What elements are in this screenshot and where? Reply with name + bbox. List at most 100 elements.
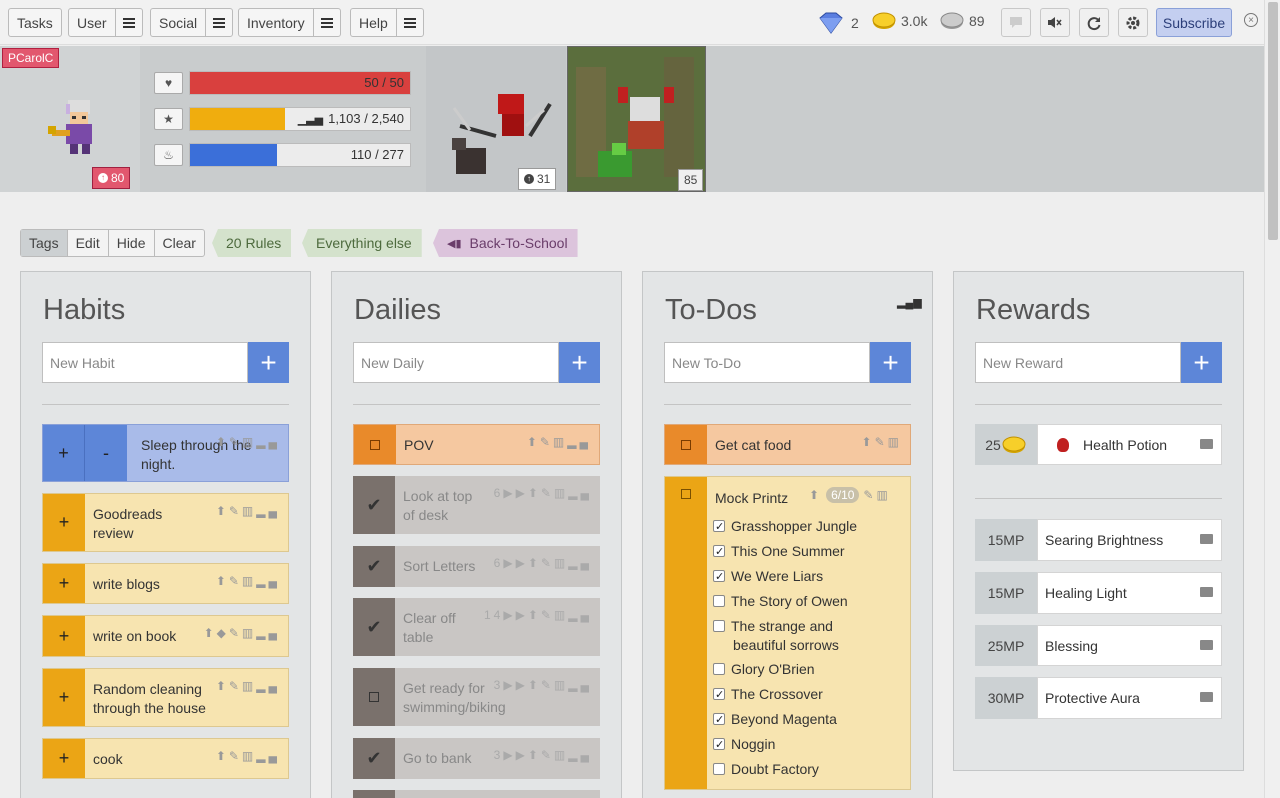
todo-label[interactable]: Get cat food	[715, 436, 835, 455]
subscribe-button[interactable]: Subscribe	[1156, 8, 1232, 37]
task-action-icons[interactable]: 3▶▶⬆✎▥▂▄	[494, 678, 592, 692]
daily-item[interactable]	[353, 790, 600, 798]
new-reward-input[interactable]: New Reward	[975, 342, 1181, 383]
scrollbar[interactable]	[1264, 0, 1280, 798]
spell-item[interactable]: 25MP Blessing	[975, 625, 1222, 666]
notes-icon[interactable]	[1200, 692, 1213, 702]
notes-icon[interactable]	[1200, 587, 1213, 597]
new-todo-input[interactable]: New To-Do	[664, 342, 870, 383]
spell-body[interactable]: Protective Aura	[1037, 677, 1222, 719]
checklist-item[interactable]: We Were Liars	[713, 567, 883, 587]
checklist-item[interactable]: Beyond Magenta	[713, 710, 883, 730]
plus-button[interactable]: +	[43, 669, 85, 726]
tags-button[interactable]: Tags	[21, 230, 67, 256]
tasks-menu-label[interactable]: Tasks	[9, 9, 61, 36]
settings-button[interactable]	[1118, 8, 1148, 37]
checklist-item[interactable]: The Crossover	[713, 685, 883, 705]
mount-panel[interactable]: ↑ 31	[426, 46, 566, 192]
add-todo-button[interactable]: +	[870, 342, 911, 383]
clear-tags-button[interactable]: Clear	[153, 230, 204, 256]
hamburger-icon[interactable]	[395, 9, 423, 36]
new-daily-input[interactable]: New Daily	[353, 342, 559, 383]
minus-button[interactable]: -	[85, 425, 127, 481]
daily-item[interactable]: ✔ Go to bank 3▶▶⬆✎▥▂▄	[353, 738, 600, 779]
todo-actions[interactable]: ⬆ 6/10 ✎▥	[809, 487, 891, 503]
checklist-checkbox[interactable]	[713, 543, 725, 562]
new-habit-input[interactable]: New Habit	[42, 342, 248, 383]
spell-cost[interactable]: 15MP	[975, 572, 1037, 614]
todo-item[interactable]: Get cat food ⬆✎▥	[664, 424, 911, 465]
notes-icon[interactable]	[1200, 639, 1213, 650]
tag-everything-else[interactable]: Everything else	[302, 229, 422, 257]
reward-item[interactable]: 25 Health Potion	[975, 424, 1222, 465]
habit-item[interactable]: + write on book ⬆◆✎▥▂▄	[42, 615, 289, 657]
checklist-checkbox[interactable]	[713, 518, 725, 537]
spell-item[interactable]: 15MP Healing Light	[975, 572, 1222, 614]
plus-button[interactable]: +	[43, 616, 85, 656]
plus-button[interactable]: +	[43, 564, 85, 603]
checklist-progress-badge[interactable]: 6/10	[826, 487, 860, 503]
refresh-button[interactable]	[1079, 8, 1109, 37]
user-menu-label[interactable]: User	[69, 9, 115, 36]
tag-20-rules[interactable]: 20 Rules	[212, 229, 292, 257]
todo-checkbox[interactable]	[665, 477, 707, 789]
inventory-menu-label[interactable]: Inventory	[239, 9, 313, 36]
tasks-menu[interactable]: Tasks	[8, 8, 62, 37]
chat-button[interactable]	[1001, 8, 1031, 37]
checklist-checkbox[interactable]	[713, 663, 725, 676]
checklist-checkbox[interactable]	[713, 763, 725, 776]
spell-cost[interactable]: 25MP	[975, 625, 1037, 666]
daily-checkbox[interactable]	[353, 790, 395, 798]
checklist-item[interactable]: Grasshopper Jungle	[713, 517, 883, 537]
daily-checkbox[interactable]	[354, 425, 396, 464]
daily-item[interactable]: Get ready for swimming/biking 3▶▶⬆✎▥▂▄	[353, 668, 600, 726]
spell-body[interactable]: Blessing	[1037, 625, 1222, 666]
habit-label[interactable]: write blogs	[93, 575, 213, 594]
social-menu-label[interactable]: Social	[151, 9, 205, 36]
checklist-checkbox[interactable]	[713, 620, 725, 633]
habit-item[interactable]: + write blogs ⬆✎▥▂▄	[42, 563, 289, 604]
add-daily-button[interactable]: +	[559, 342, 600, 383]
hamburger-icon[interactable]	[205, 9, 232, 36]
habit-label[interactable]: Random cleaning through the house	[93, 680, 213, 718]
checklist-item[interactable]: The Story of Owen	[713, 592, 883, 611]
edit-tags-button[interactable]: Edit	[66, 230, 108, 256]
hamburger-icon[interactable]	[312, 9, 340, 36]
notes-icon[interactable]	[1200, 438, 1213, 449]
checklist-item[interactable]: This One Summer	[713, 542, 883, 562]
spell-cost[interactable]: 30MP	[975, 677, 1037, 719]
daily-checkbox[interactable]	[353, 668, 395, 726]
spell-cost[interactable]: 15MP	[975, 519, 1037, 561]
daily-item[interactable]: ✔ Sort Letters 6▶▶⬆✎▥▂▄	[353, 546, 600, 587]
avatar[interactable]	[44, 94, 110, 160]
reward-body[interactable]: Health Potion	[1037, 424, 1222, 465]
hide-tags-button[interactable]: Hide	[107, 230, 154, 256]
habit-label[interactable]: cook	[93, 750, 213, 769]
pet-panel[interactable]: 85	[567, 46, 706, 192]
help-menu-label[interactable]: Help	[351, 9, 396, 36]
habit-item[interactable]: + - Sleep through the night. ⬆✎▥▂▄	[42, 424, 289, 482]
spell-item[interactable]: 15MP Searing Brightness	[975, 519, 1222, 561]
task-action-icons[interactable]: 6▶▶⬆✎▥▂▄	[494, 486, 592, 500]
plus-button[interactable]: +	[43, 425, 85, 481]
checklist-checkbox[interactable]	[713, 568, 725, 587]
user-menu[interactable]: User	[68, 8, 143, 37]
daily-label[interactable]: POV	[404, 436, 524, 455]
task-action-icons[interactable]: ⬆◆✎▥▂▄	[204, 626, 280, 640]
task-action-icons[interactable]: ⬆✎▥▂▄	[527, 435, 591, 449]
task-action-icons[interactable]: ⬆✎▥▂▄	[216, 749, 280, 763]
plus-button[interactable]: +	[43, 739, 85, 778]
mute-button[interactable]	[1040, 8, 1070, 37]
todo-checkbox[interactable]	[665, 425, 707, 464]
habit-item[interactable]: + cook ⬆✎▥▂▄	[42, 738, 289, 779]
task-action-icons[interactable]: 6▶▶⬆✎▥▂▄	[494, 556, 592, 570]
hamburger-icon[interactable]	[114, 9, 142, 36]
social-menu[interactable]: Social	[150, 8, 234, 37]
habit-label[interactable]: write on book	[93, 627, 213, 646]
close-icon[interactable]: ×	[1244, 13, 1258, 27]
reward-cost[interactable]: 25	[975, 424, 1037, 465]
plus-button[interactable]: +	[43, 494, 85, 551]
checklist-item[interactable]: Noggin	[713, 735, 883, 755]
daily-label[interactable]: Look at top of desk	[403, 487, 483, 525]
task-action-icons[interactable]: ⬆✎▥▂▄	[216, 574, 280, 588]
